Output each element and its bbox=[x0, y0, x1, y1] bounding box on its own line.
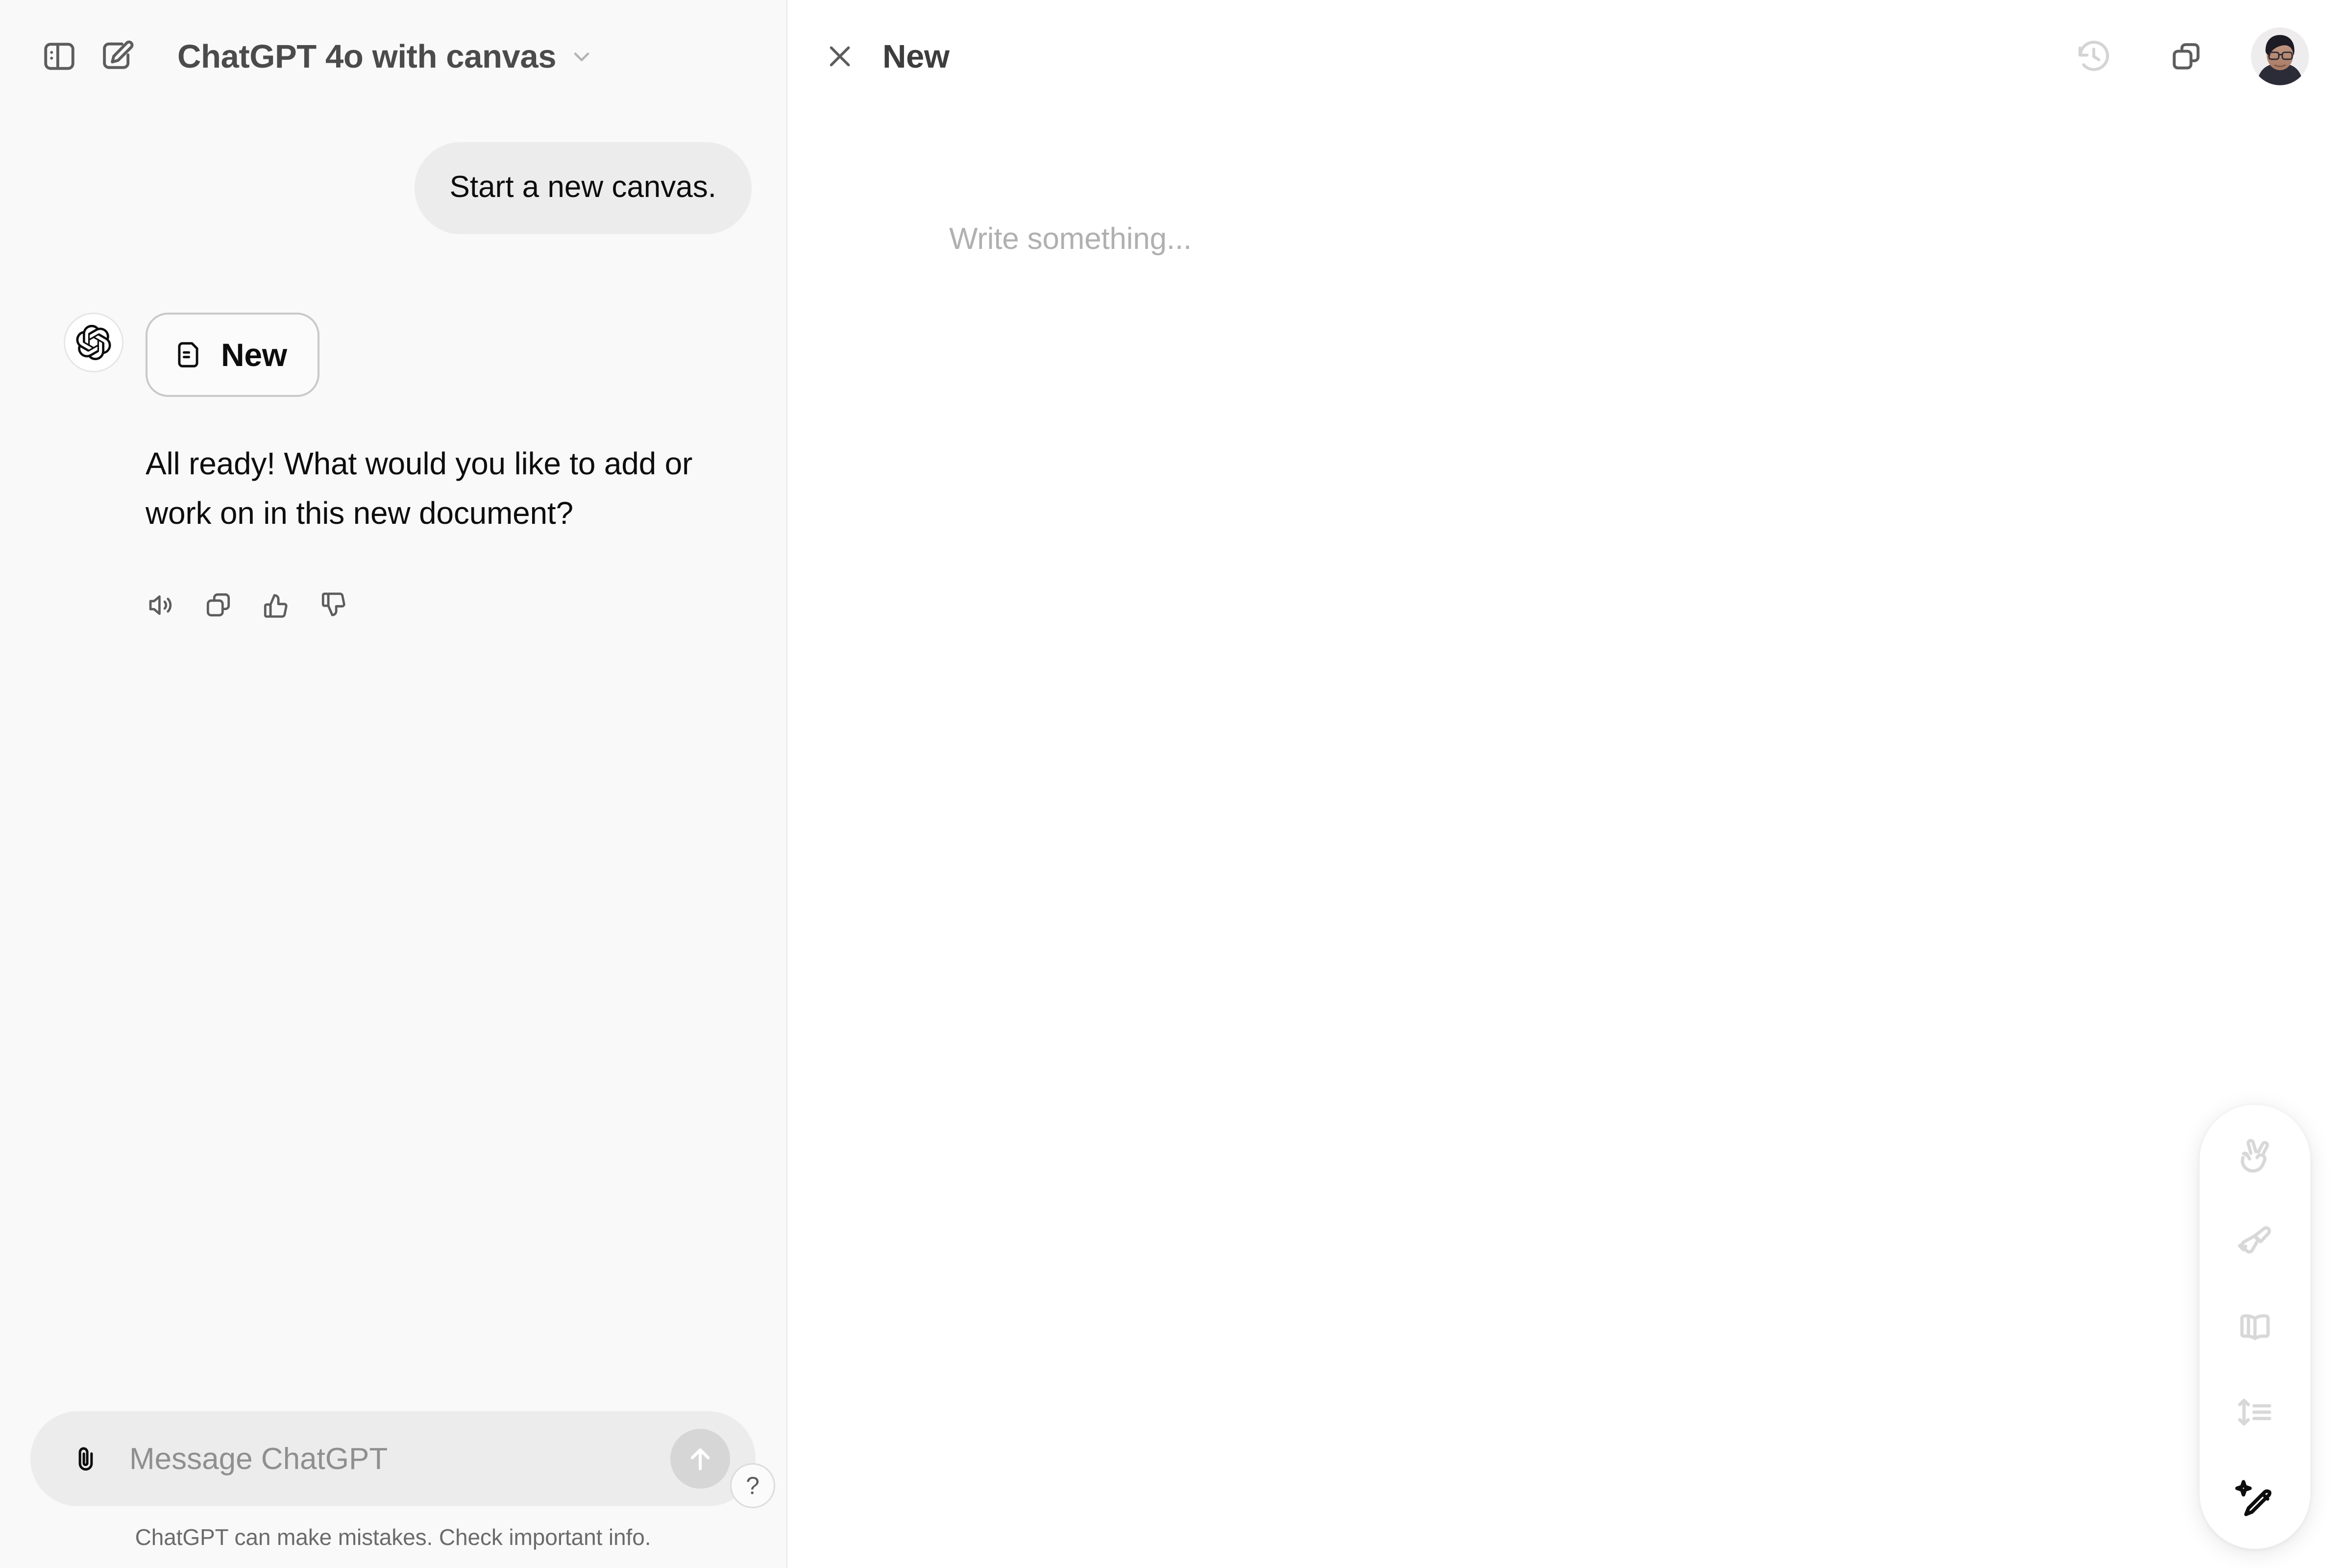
canvas-title-group: New bbox=[787, 27, 950, 85]
sidebar-icon bbox=[44, 43, 74, 70]
polish-button[interactable] bbox=[2223, 1210, 2287, 1274]
read-aloud-button[interactable] bbox=[132, 576, 190, 634]
assistant-message-text: All ready! What would you like to add or… bbox=[146, 445, 693, 531]
canvas-panel: New Write something... bbox=[787, 0, 2352, 1568]
message-composer[interactable] bbox=[30, 1411, 756, 1506]
chatgpt-canvas-app: ChatGPT 4o with canvas Start a new canva… bbox=[0, 0, 2352, 1568]
user-message-bubble: Start a new canvas. bbox=[414, 142, 752, 234]
canvas-actions-group bbox=[2065, 27, 2352, 85]
canvas-topbar: New bbox=[787, 0, 2352, 113]
close-canvas-button[interactable] bbox=[811, 27, 869, 85]
document-icon bbox=[178, 342, 198, 368]
copy-button[interactable] bbox=[190, 576, 247, 634]
account-avatar[interactable] bbox=[2251, 27, 2309, 85]
copy-icon bbox=[206, 593, 230, 617]
speaker-icon bbox=[149, 595, 172, 615]
help-button[interactable]: ? bbox=[730, 1463, 775, 1508]
chat-topbar: ChatGPT 4o with canvas bbox=[0, 0, 786, 113]
canvas-placeholder-text[interactable]: Write something... bbox=[949, 221, 2190, 256]
composer-zone: ChatGPT can make mistakes. Check importa… bbox=[0, 1411, 786, 1568]
paintbrush-icon bbox=[2238, 1226, 2271, 1254]
open-book-icon bbox=[2240, 1314, 2270, 1340]
chat-panel: ChatGPT 4o with canvas Start a new canva… bbox=[0, 0, 787, 1568]
close-icon bbox=[830, 46, 850, 67]
copy-icon bbox=[2173, 43, 2200, 70]
peace-hand-icon bbox=[2241, 1139, 2269, 1173]
assistant-message-row: New All ready! What would you like to ad… bbox=[34, 312, 752, 634]
suggest-edits-button[interactable] bbox=[2223, 1466, 2287, 1529]
arrow-up-icon bbox=[690, 1448, 710, 1470]
version-history-button[interactable] bbox=[2065, 27, 2123, 85]
copy-canvas-button[interactable] bbox=[2158, 27, 2216, 85]
adjust-length-button[interactable] bbox=[2223, 1380, 2287, 1444]
canvas-floating-toolbar bbox=[2200, 1105, 2310, 1549]
canvas-document-area[interactable]: Write something... bbox=[787, 221, 2352, 256]
pencil-square-icon bbox=[103, 40, 134, 69]
send-message-button[interactable] bbox=[670, 1429, 730, 1489]
chevron-down-icon bbox=[574, 52, 589, 61]
magic-pencil-icon bbox=[2235, 1480, 2272, 1517]
add-emojis-button[interactable] bbox=[2223, 1125, 2287, 1188]
canvas-title: New bbox=[882, 38, 950, 75]
canvas-document-card-label: New bbox=[221, 336, 287, 373]
canvas-document-card[interactable]: New bbox=[146, 312, 319, 397]
message-action-bar bbox=[132, 576, 752, 634]
adjust-length-icon bbox=[2238, 1398, 2272, 1426]
user-message-row: Start a new canvas. bbox=[34, 142, 752, 234]
thumbs-down-icon bbox=[321, 592, 345, 616]
message-list: Start a new canvas. New All ready! What … bbox=[0, 113, 786, 634]
thumbs-up-button[interactable] bbox=[247, 576, 305, 634]
assistant-avatar bbox=[64, 312, 123, 372]
history-icon bbox=[2078, 41, 2109, 71]
model-name-label: ChatGPT 4o with canvas bbox=[177, 38, 557, 75]
message-input[interactable] bbox=[113, 1441, 670, 1476]
thumbs-up-icon bbox=[264, 594, 288, 618]
attach-file-button[interactable] bbox=[59, 1432, 113, 1486]
disclaimer-text: ChatGPT can make mistakes. Check importa… bbox=[135, 1524, 651, 1550]
toggle-sidebar-button[interactable] bbox=[30, 27, 88, 85]
paperclip-icon bbox=[78, 1447, 93, 1471]
new-chat-button[interactable] bbox=[88, 27, 146, 85]
thumbs-down-button[interactable] bbox=[305, 576, 363, 634]
reading-level-button[interactable] bbox=[2223, 1295, 2287, 1359]
openai-logo-icon bbox=[76, 324, 111, 360]
model-selector[interactable]: ChatGPT 4o with canvas bbox=[165, 27, 607, 85]
avatar-photo-icon bbox=[2251, 27, 2309, 85]
